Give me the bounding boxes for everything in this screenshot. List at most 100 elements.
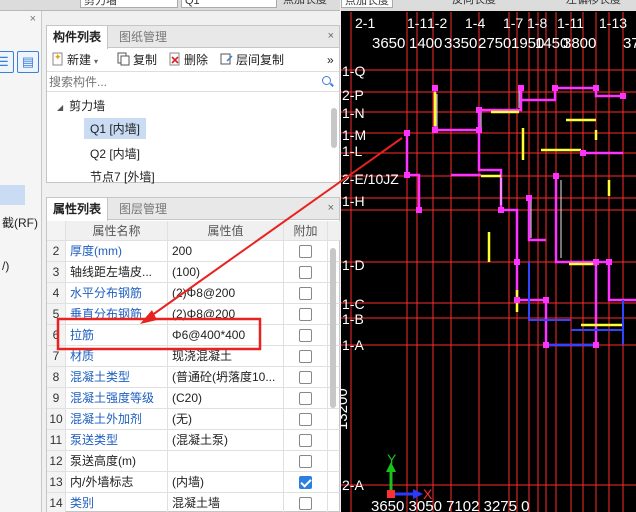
new-button[interactable]: ✦ 新建 ▾ xyxy=(51,52,98,68)
property-value[interactable]: Φ6@400*400 xyxy=(168,325,284,345)
attach-checkbox[interactable] xyxy=(299,308,312,321)
row-number: 5 xyxy=(47,304,66,324)
drawing-option-bar: 剪力墙 Q1 点加长度 xyxy=(0,0,340,11)
property-scrollbar[interactable] xyxy=(330,248,336,408)
tree-scrollbar[interactable] xyxy=(331,108,337,148)
tab-property-list[interactable]: 属性列表 xyxy=(47,198,109,221)
new-label: 新建 xyxy=(67,53,92,67)
property-value[interactable]: (普通砼(坍落度10... xyxy=(168,367,284,387)
attach-checkbox[interactable] xyxy=(299,287,312,300)
dimension-top: 2750 xyxy=(478,35,511,52)
attach-checkbox[interactable] xyxy=(299,371,312,384)
column-node xyxy=(620,93,626,99)
column-node xyxy=(580,150,586,156)
nav-item-label[interactable]: 截(RF) xyxy=(2,214,38,231)
nav-selected-item[interactable] xyxy=(0,185,25,205)
attach-checkbox[interactable] xyxy=(299,413,312,426)
attach-checkbox[interactable] xyxy=(299,434,312,447)
attach-checkbox[interactable] xyxy=(299,497,312,510)
property-value[interactable]: (2)Φ8@200 xyxy=(168,283,284,303)
component-type-field[interactable]: 剪力墙 xyxy=(80,0,178,8)
property-value[interactable]: (无) xyxy=(168,409,284,429)
axis-label-top: 1-2 xyxy=(427,15,447,31)
row-number: 9 xyxy=(47,388,66,408)
property-row[interactable]: 6 拉筋 Φ6@400*400 xyxy=(47,325,341,346)
copy-button[interactable]: 复制 xyxy=(117,52,157,68)
property-row[interactable]: 5 垂直分布钢筋 (2)Φ8@200 xyxy=(47,304,341,325)
property-row[interactable]: 3 轴线距左墙皮... (100) xyxy=(47,262,341,283)
ucs-x-label: X xyxy=(423,486,433,502)
svg-text:✦: ✦ xyxy=(54,52,62,62)
property-row[interactable]: 11 泵送类型 (混凝土泵) xyxy=(47,430,341,451)
cad-plan-drawing[interactable]: 2-1 1-1 1-2 1-4 1-7 1-8 1-11 1-13 3650 1400 3350 27… xyxy=(341,0,636,512)
property-row[interactable]: 7 材质 现浇混凝土 xyxy=(47,346,341,367)
property-value[interactable]: 现浇混凝土 xyxy=(168,346,284,366)
column-node xyxy=(404,130,410,136)
property-name-header: 属性名称 xyxy=(66,221,168,240)
property-value[interactable]: (C20) xyxy=(168,388,284,408)
property-row[interactable]: 10 混凝土外加剂 (无) xyxy=(47,409,341,430)
row-number: 2 xyxy=(47,241,66,261)
tree-item-q1[interactable]: Q1 [内墙] xyxy=(84,118,147,139)
property-value[interactable]: 混凝土墙 xyxy=(168,493,284,512)
layer-copy-button[interactable]: 层间复制 xyxy=(220,52,284,68)
property-row[interactable]: 13 内/外墙标志 (内墙) xyxy=(47,472,341,493)
close-icon[interactable]: × xyxy=(30,13,36,25)
attach-checkbox[interactable] xyxy=(299,455,312,468)
component-search xyxy=(47,72,339,92)
tree-item-node7[interactable]: 节点7 [外墙] xyxy=(90,168,155,185)
property-value[interactable]: (100) xyxy=(168,262,284,282)
dimension-vertical: 13200 xyxy=(341,388,351,430)
collapse-triangle-icon[interactable]: ◢ xyxy=(57,103,63,112)
search-icon[interactable] xyxy=(322,76,331,85)
property-value[interactable]: 200 xyxy=(168,241,284,261)
property-row[interactable]: 2 厚度(mm) 200 xyxy=(47,241,341,262)
row-number: 4 xyxy=(47,283,66,303)
slab-edge xyxy=(528,262,571,321)
property-row[interactable]: 8 混凝土类型 (普通砼(坍落度10... xyxy=(47,367,341,388)
property-row[interactable]: 9 混凝土强度等级 (C20) xyxy=(47,388,341,409)
attach-checkbox[interactable] xyxy=(299,476,312,489)
property-value[interactable]: (混凝土泵) xyxy=(168,430,284,450)
property-row[interactable]: 14 类别 混凝土墙 xyxy=(47,493,341,512)
component-name-field[interactable]: Q1 xyxy=(181,0,277,8)
attach-checkbox[interactable] xyxy=(299,329,312,342)
tab-component-list[interactable]: 构件列表 xyxy=(47,26,109,49)
dimension-top: 37 xyxy=(623,35,636,52)
axis-label-left: 1-N xyxy=(342,105,365,121)
nav-item-label[interactable]: /) xyxy=(2,259,9,273)
property-value[interactable] xyxy=(168,451,284,471)
row-number: 3 xyxy=(47,262,66,282)
property-name: 拉筋 xyxy=(66,325,168,345)
close-icon[interactable]: × xyxy=(328,202,334,214)
delete-button[interactable]: 删除 xyxy=(168,52,208,68)
shear-wall xyxy=(477,130,519,262)
more-tools-button[interactable]: » xyxy=(327,52,334,68)
property-value[interactable]: (内墙) xyxy=(168,472,284,492)
attach-checkbox[interactable] xyxy=(299,266,312,279)
layout-view-icon[interactable]: ▤ xyxy=(17,51,39,73)
cad-drawing-canvas[interactable]: 点加长度 反向长度 左偏移长度 2-1 1-1 1-2 1-4 1-7 1-8 1-11 1-… xyxy=(341,0,636,512)
tree-group-shear-wall[interactable]: ◢ 剪力墙 xyxy=(57,97,105,114)
tab-drawing-management[interactable]: 图纸管理 xyxy=(113,26,173,48)
attach-checkbox[interactable] xyxy=(299,392,312,405)
column-node xyxy=(498,207,504,213)
attach-checkbox[interactable] xyxy=(299,245,312,258)
property-name: 类别 xyxy=(66,493,168,512)
property-row[interactable]: 12 泵送高度(m) xyxy=(47,451,341,472)
attach-checkbox[interactable] xyxy=(299,350,312,363)
column-node xyxy=(543,297,549,303)
list-view-icon[interactable]: ☰ xyxy=(0,51,14,73)
row-number-header xyxy=(47,221,66,240)
property-name: 垂直分布钢筋 xyxy=(66,304,168,324)
tree-item-q2[interactable]: Q2 [内墙] xyxy=(90,145,140,162)
close-icon[interactable]: × xyxy=(328,30,334,42)
column-node xyxy=(432,85,438,91)
row-number: 8 xyxy=(47,367,66,387)
property-value[interactable]: (2)Φ8@200 xyxy=(168,304,284,324)
property-row[interactable]: 4 水平分布钢筋 (2)Φ8@200 xyxy=(47,283,341,304)
axis-label-left: 1-A xyxy=(342,337,364,353)
component-search-input[interactable] xyxy=(49,74,319,90)
attach-cell xyxy=(284,409,328,429)
tab-layer-management[interactable]: 图层管理 xyxy=(113,198,173,220)
